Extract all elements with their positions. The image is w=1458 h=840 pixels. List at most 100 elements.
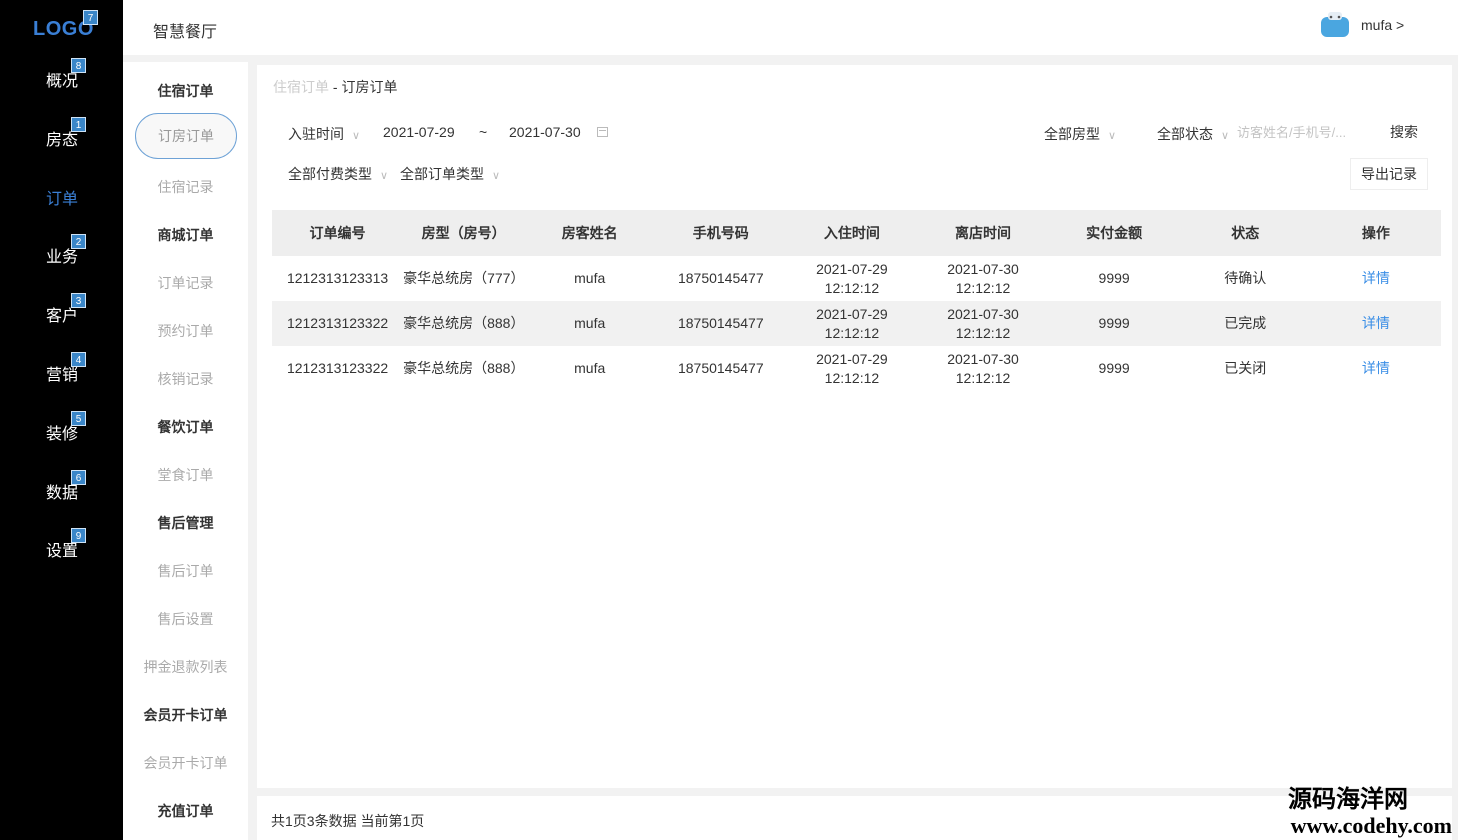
watermark-title: 源码海洋网	[1288, 786, 1408, 813]
checkout-date: 2021-07-30	[947, 260, 1019, 277]
column-header: 房型（房号）	[403, 210, 525, 256]
submenu-item-after-sales-orders[interactable]: 售后订单	[123, 561, 248, 581]
date-start-input[interactable]: 2021-07-29	[383, 124, 455, 140]
checkout: 2021-07-30 12:12:12	[917, 346, 1048, 391]
checkout-time: 12:12:12	[955, 324, 1011, 341]
order-submenu: 住宿订单 订房订单 住宿记录 商城订单 订单记录 预约订单 核销记录 餐饮订单 …	[123, 62, 248, 840]
checkout-time: 12:12:12	[955, 279, 1011, 296]
checkout-date: 2021-07-30	[947, 350, 1019, 367]
logo-badge: 7	[83, 10, 98, 25]
table-row: 1212313123322 豪华总统房（888） mufa 1875014547…	[272, 301, 1441, 346]
nav-item-orders[interactable]: 订单	[46, 185, 78, 209]
submenu-item-deposit-refunds[interactable]: 押金退款列表	[123, 657, 248, 677]
checkin-date: 2021-07-29	[816, 260, 888, 277]
main-nav: LOGO 7 概况 8 房态 1 订单 业务 2 客户 3 营销 4 装修 5 …	[0, 0, 123, 840]
status-value: 全部状态	[1157, 126, 1213, 142]
submenu-item-reservation-orders[interactable]: 预约订单	[123, 321, 248, 341]
order-type-select[interactable]: 全部订单类型 ∨	[400, 164, 500, 184]
phone: 18750145477	[655, 301, 787, 346]
avatar-icon[interactable]	[1320, 10, 1350, 38]
checkin: 2021-07-29 12:12:12	[786, 256, 917, 301]
amount: 9999	[1048, 301, 1180, 346]
date-end-input[interactable]: 2021-07-30	[509, 124, 581, 140]
checkin-time: 12:12:12	[824, 279, 880, 296]
search-input[interactable]	[1237, 117, 1367, 147]
submenu-item-dine-in-orders[interactable]: 堂食订单	[123, 465, 248, 485]
chevron-down-icon: ∨	[1108, 130, 1117, 142]
details-link[interactable]: 详情	[1362, 315, 1390, 331]
nav-badge-customers: 3	[71, 293, 86, 308]
amount: 9999	[1098, 360, 1130, 376]
main-content: 住宿订单 - 订房订单 入驻时间 ∨ 2021-07-29 ~ 2021-07-3…	[257, 65, 1452, 788]
column-header: 房客姓名	[524, 210, 656, 256]
orders-table: 订单编号 房型（房号） 房客姓名 手机号码 入住时间 离店时间 实付金额 状态 …	[272, 210, 1441, 391]
pay-type-value: 全部付费类型	[288, 166, 372, 182]
status: 待确认	[1224, 270, 1267, 286]
phone: 18750145477	[677, 270, 764, 286]
submenu-group-lodging-orders: 住宿订单	[157, 83, 214, 99]
time-type-value: 入驻时间	[288, 126, 344, 142]
app-title: 智慧餐厅	[153, 24, 218, 41]
table-header-row: 订单编号 房型（房号） 房客姓名 手机号码 入住时间 离店时间 实付金额 状态 …	[272, 210, 1441, 256]
watermark-url: www.codehy.com	[1290, 813, 1452, 838]
submenu-item-room-booking-orders[interactable]: 订房订单	[135, 113, 237, 159]
status-select[interactable]: 全部状态 ∨	[1157, 124, 1229, 144]
table-row: 1212313123313 豪华总统房（777） mufa 1875014547…	[272, 256, 1441, 301]
submenu-item-order-records[interactable]: 订单记录	[123, 273, 248, 293]
column-header: 订单编号	[272, 210, 404, 256]
submenu-group-after-sales: 售后管理	[157, 515, 214, 531]
order-id: 1212313123322	[272, 301, 404, 346]
user-menu[interactable]: mufa >	[1361, 17, 1404, 33]
amount: 9999	[1098, 270, 1130, 286]
order-type-value: 全部订单类型	[400, 166, 484, 182]
room-type: 豪华总统房（888）	[403, 360, 525, 376]
column-header: 入住时间	[786, 210, 918, 256]
nav-badge-data: 6	[71, 470, 86, 485]
top-header: 智慧餐厅 mufa >	[123, 0, 1458, 55]
submenu-item-membership-orders[interactable]: 会员开卡订单	[123, 753, 248, 773]
search-button[interactable]: 搜索	[1379, 117, 1429, 147]
guest-name: mufa	[574, 270, 606, 286]
table-row: 1212313123322 豪华总统房（888） mufa 1875014547…	[272, 346, 1441, 391]
guest-name: mufa	[524, 301, 656, 346]
checkout-time: 12:12:12	[955, 369, 1011, 386]
breadcrumb-parent[interactable]: 住宿订单	[273, 79, 329, 95]
submenu-group-membership-orders: 会员开卡订单	[143, 707, 228, 723]
submenu-item-verification-records[interactable]: 核销记录	[123, 369, 248, 389]
order-id: 1212313123322	[286, 360, 389, 376]
breadcrumb: 住宿订单 - 订房订单	[273, 77, 397, 97]
details-link[interactable]: 详情	[1362, 270, 1390, 286]
checkin-time: 12:12:12	[824, 369, 880, 386]
nav-badge-overview: 8	[71, 58, 86, 73]
submenu-item-lodging-records[interactable]: 住宿记录	[123, 177, 248, 197]
breadcrumb-current: 订房订单	[341, 79, 398, 95]
submenu-group-mall-orders: 商城订单	[157, 227, 214, 243]
room-type-select[interactable]: 全部房型 ∨	[1044, 124, 1116, 144]
checkout-date: 2021-07-30	[947, 305, 1019, 322]
room-type: 豪华总统房（777）	[403, 270, 525, 286]
column-header: 实付金额	[1048, 210, 1180, 256]
checkout: 2021-07-30 12:12:12	[917, 256, 1048, 301]
checkin-time: 12:12:12	[824, 324, 880, 341]
details-link[interactable]: 详情	[1362, 360, 1390, 376]
pay-type-select[interactable]: 全部付费类型 ∨	[288, 164, 388, 184]
nav-badge-room-status: 1	[71, 117, 86, 132]
chevron-down-icon: ∨	[1221, 130, 1230, 142]
submenu-group-recharge-orders: 充值订单	[157, 803, 214, 819]
time-type-select[interactable]: 入驻时间 ∨	[288, 124, 360, 144]
chevron-down-icon: ∨	[380, 170, 389, 182]
pagination-summary: 共1页3条数据 当前第1页	[271, 813, 425, 829]
submenu-item-after-sales-settings[interactable]: 售后设置	[123, 609, 248, 629]
export-button[interactable]: 导出记录	[1350, 158, 1428, 190]
phone: 18750145477	[677, 360, 764, 376]
guest-name: mufa	[574, 360, 606, 376]
column-header: 手机号码	[655, 210, 787, 256]
checkout: 2021-07-30 12:12:12	[917, 301, 1049, 346]
status: 已关闭	[1224, 360, 1267, 376]
date-range-separator: ~	[479, 124, 488, 140]
calendar-icon[interactable]	[597, 127, 608, 137]
order-id: 1212313123313	[286, 270, 389, 286]
nav-badge-business: 2	[71, 234, 86, 249]
nav-badge-marketing: 4	[71, 352, 86, 367]
column-header: 状态	[1179, 210, 1311, 256]
